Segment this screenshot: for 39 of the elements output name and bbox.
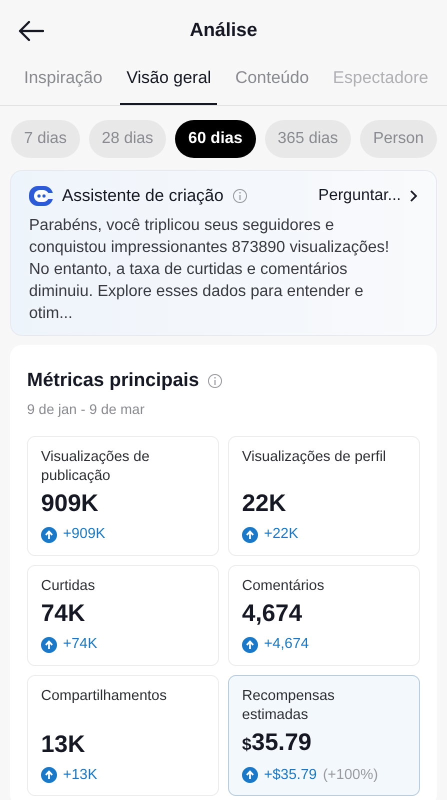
metric-card[interactable]: Visualizações de publicação 909K +909K xyxy=(27,436,219,556)
metric-change: +74K xyxy=(63,634,98,654)
date-range: 9 de jan - 9 de mar xyxy=(27,400,146,419)
metric-change: +$35.79 xyxy=(264,766,317,784)
tab[interactable]: Visão geral xyxy=(120,62,218,105)
metric-value: 22K xyxy=(242,489,288,519)
metric-change: +909K xyxy=(63,525,106,544)
metric-card[interactable]: Curtidas 74K +74K xyxy=(27,564,219,666)
metric-card[interactable]: Visualizações de perfil 22K +22K xyxy=(228,436,420,556)
chevron-right-icon xyxy=(409,188,418,203)
metric-label: Visualizações de perfil xyxy=(242,448,388,467)
page-title: Análise xyxy=(190,18,258,43)
metric-label: Compartilhamentos xyxy=(41,686,168,706)
metric-label: Comentários xyxy=(242,576,326,596)
period-chip[interactable]: 60 dias xyxy=(175,120,256,158)
info-icon[interactable] xyxy=(207,372,224,389)
back-button[interactable] xyxy=(18,19,44,43)
metric-card[interactable]: Comentários 4,674 +4,674 xyxy=(228,564,420,666)
metric-change: +22K xyxy=(264,525,298,544)
metric-label: Recompensas estimadas xyxy=(242,686,336,724)
metric-value: 74K xyxy=(41,598,86,629)
change-percent: (+100%) xyxy=(322,766,378,784)
metric-value: 13K xyxy=(41,730,86,760)
metric-change: +13K xyxy=(63,766,98,784)
metric-value: $35.79 xyxy=(242,728,313,758)
metric-label: Curtidas xyxy=(41,576,96,596)
metric-value: 909K xyxy=(41,489,100,519)
assistant-title: Assistente de criação xyxy=(62,185,224,207)
assistant-message: Parabéns, você triplicou seus seguidores e conquistou impressionantes 873890 visualizações! No entanto, a taxa de curtidas e comentários diminuiu. Explore esses dados para entender e otim... xyxy=(29,216,390,324)
metric-value: 4,674 xyxy=(242,598,304,629)
metric-label: Visualizações de publicação xyxy=(41,448,151,486)
metric-change: +4,674 xyxy=(264,634,309,654)
ask-link[interactable]: Perguntar... xyxy=(318,184,418,208)
info-icon[interactable] xyxy=(232,188,248,204)
metric-card[interactable]: Compartilhamentos 13K +13K xyxy=(27,674,219,796)
assistant-logo-icon xyxy=(29,184,54,207)
section-title: Métricas principais xyxy=(27,368,200,392)
metric-card[interactable]: Recompensas estimadas $35.79 +$35.79 (+100%) xyxy=(228,674,420,796)
back-arrow-icon xyxy=(18,19,44,43)
